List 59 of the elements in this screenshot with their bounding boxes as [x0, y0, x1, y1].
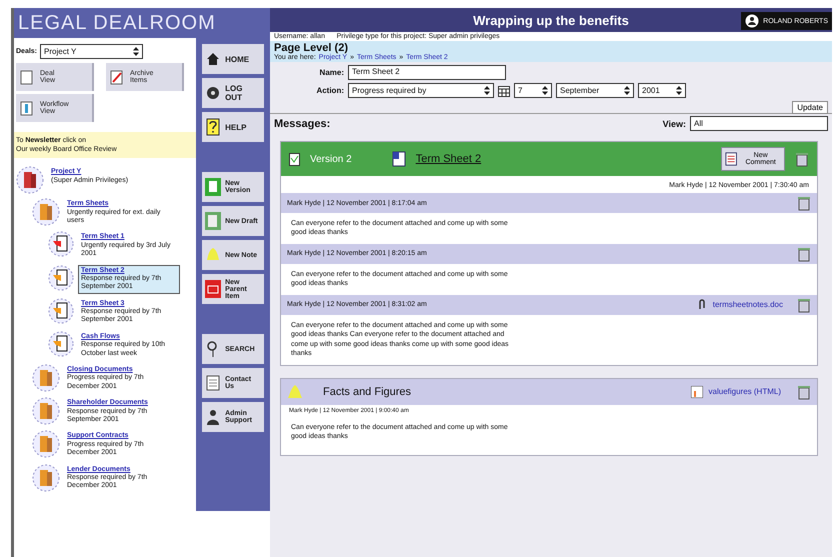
- year-select[interactable]: 2001: [638, 83, 686, 98]
- notepad-icon: [725, 151, 738, 167]
- page-title: Page Level (2): [274, 42, 349, 54]
- note-title: Facts and Figures: [323, 386, 412, 398]
- binder-icon: [32, 397, 60, 426]
- spinner-arrows-icon: [133, 47, 140, 56]
- update-button[interactable]: Update: [792, 101, 828, 114]
- document-icon: [48, 330, 74, 357]
- trash-icon[interactable]: [797, 296, 811, 313]
- notepad-icon: [205, 374, 222, 392]
- user-icon: [745, 14, 760, 28]
- view-select[interactable]: All: [690, 116, 828, 131]
- trash-icon[interactable]: [797, 246, 811, 262]
- binder-icon: [16, 166, 44, 194]
- name-label: Name:: [318, 68, 344, 77]
- trash-icon[interactable]: [797, 195, 811, 211]
- attachment-link[interactable]: valuefigures (HTML): [708, 387, 781, 396]
- spinner-arrows-icon: [484, 86, 490, 95]
- binder-icon: [32, 464, 60, 492]
- document-icon: [48, 231, 74, 258]
- bell-icon: [287, 384, 303, 400]
- document-icon: [20, 69, 34, 85]
- calendar-icon[interactable]: [498, 84, 510, 96]
- spinner-arrows-icon: [676, 86, 682, 95]
- view-label: View:: [662, 118, 686, 128]
- help-icon: [205, 118, 222, 136]
- binder-icon: [32, 364, 60, 392]
- house-icon: [205, 50, 222, 68]
- deal-select[interactable]: Project Y: [40, 44, 144, 59]
- nav-button[interactable]: LOG OUT: [202, 78, 264, 108]
- trash-icon[interactable]: [797, 384, 811, 400]
- spinner-arrows-icon: [624, 86, 630, 95]
- document-icon: [20, 100, 34, 116]
- action-select[interactable]: Progress required by: [348, 83, 494, 98]
- name-field[interactable]: Term Sheet 2: [348, 65, 506, 80]
- binder-icon: [32, 198, 60, 226]
- pencil-icon: [110, 69, 124, 85]
- month-select[interactable]: September: [556, 83, 634, 98]
- nav-button[interactable]: HELP: [202, 112, 264, 142]
- version-title: Version 2: [310, 154, 352, 164]
- trash-icon[interactable]: [795, 151, 809, 167]
- document-icon: [205, 178, 222, 196]
- person-icon: [205, 408, 222, 426]
- brand-logo: LEGAL DEALROOM: [14, 8, 270, 38]
- messages-heading: Messages:: [274, 118, 330, 130]
- checkbox-icon: [289, 152, 300, 166]
- action-label: Action:: [315, 86, 344, 95]
- document-icon: [205, 212, 222, 230]
- nav-button[interactable]: HOME: [202, 44, 264, 74]
- day-select[interactable]: 7: [514, 83, 552, 98]
- document-icon: [48, 264, 74, 291]
- binder-icon: [32, 430, 60, 458]
- spinner-arrows-icon: [542, 86, 548, 95]
- document-icon: [392, 151, 406, 167]
- window-title: Wrapping up the benefits: [473, 12, 629, 28]
- chart-icon: [690, 386, 703, 398]
- document-icon: [48, 298, 74, 324]
- attachment-link[interactable]: termsheetnotes.doc: [712, 300, 783, 310]
- document-link[interactable]: Term Sheet 2: [416, 153, 482, 165]
